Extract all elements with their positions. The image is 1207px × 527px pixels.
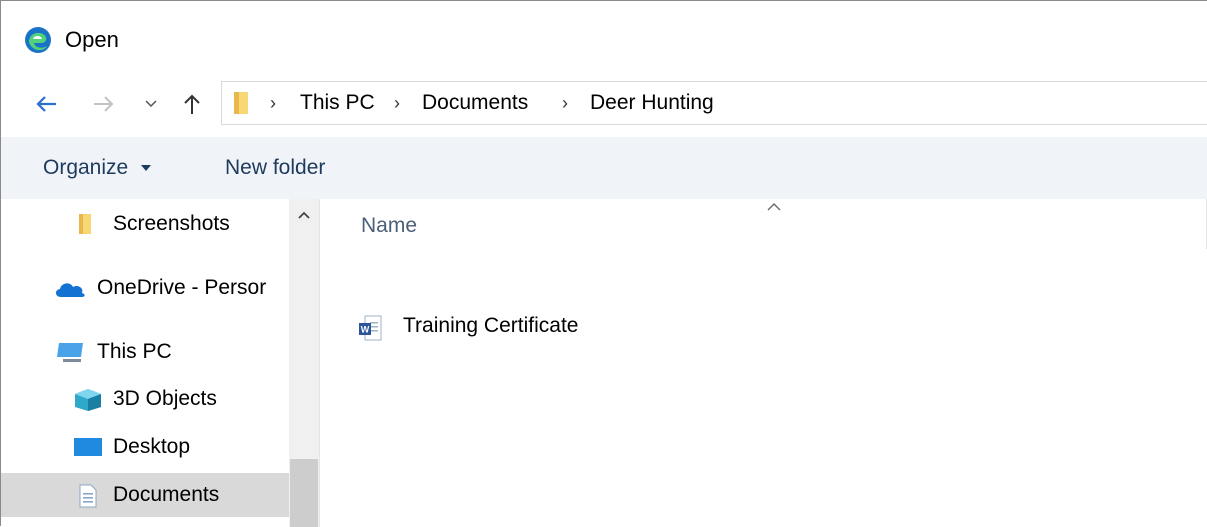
forward-button[interactable] xyxy=(89,89,119,119)
address-bar[interactable]: › This PC › Documents › Deer Hunting xyxy=(221,81,1207,125)
navigation-pane: Screenshots OneDrive - Persor This PC 3D… xyxy=(1,199,320,527)
word-document-icon: W xyxy=(359,315,382,341)
file-list-pane: Name W Training Certificate xyxy=(321,199,1207,527)
navigation-scrollbar[interactable] xyxy=(289,199,319,527)
breadcrumb-separator: › xyxy=(562,93,568,113)
desktop-icon xyxy=(74,438,102,456)
navigation-bar: › This PC › Documents › Deer Hunting xyxy=(1,73,1207,137)
back-button[interactable] xyxy=(31,89,61,119)
up-arrow-icon xyxy=(184,94,200,114)
forward-arrow-icon xyxy=(94,96,114,112)
title-bar: Open xyxy=(1,1,1207,73)
sidebar-item-screenshots[interactable]: Screenshots xyxy=(1,202,289,246)
column-header-name[interactable]: Name xyxy=(361,213,417,239)
breadcrumb-separator: › xyxy=(270,93,276,113)
recent-locations-button[interactable] xyxy=(139,89,163,119)
sidebar-item-label: Screenshots xyxy=(113,212,230,235)
window-title: Open xyxy=(65,27,119,52)
folder-icon xyxy=(234,92,248,114)
sidebar-item-label: Desktop xyxy=(113,435,191,458)
file-name: Training Certificate xyxy=(403,314,579,337)
new-folder-button[interactable]: New folder xyxy=(225,155,325,181)
edge-browser-icon xyxy=(25,27,51,53)
cube-icon xyxy=(75,389,101,411)
sidebar-item-label: 3D Objects xyxy=(113,387,217,410)
breadcrumb-separator: › xyxy=(394,93,400,113)
breadcrumb-this-pc[interactable]: This PC xyxy=(300,90,375,116)
sidebar-item-this-pc[interactable]: This PC xyxy=(1,330,289,374)
sidebar-item-label: This PC xyxy=(97,340,172,363)
sidebar-item-3d-objects[interactable]: 3D Objects xyxy=(1,377,289,421)
breadcrumb-documents[interactable]: Documents xyxy=(422,90,528,116)
chevron-up-icon xyxy=(298,211,310,219)
sidebar-item-label: Documents xyxy=(113,483,220,506)
sort-ascending-icon xyxy=(767,203,781,211)
back-arrow-icon xyxy=(36,96,56,112)
folder-icon xyxy=(79,214,91,234)
scroll-up-button[interactable] xyxy=(289,199,319,231)
sidebar-item-documents[interactable]: Documents xyxy=(1,473,289,517)
document-icon xyxy=(79,484,97,508)
file-item[interactable]: W Training Certificate xyxy=(357,311,757,343)
breadcrumb-deer-hunting[interactable]: Deer Hunting xyxy=(590,90,714,116)
chevron-down-icon xyxy=(145,100,157,108)
scroll-thumb[interactable] xyxy=(290,459,318,527)
organize-button[interactable]: Organize xyxy=(43,155,152,181)
open-dialog: Open › This PC › Documents › Deer Huntin… xyxy=(0,0,1207,527)
organize-label: Organize xyxy=(43,156,129,179)
command-toolbar: Organize New folder xyxy=(1,137,1207,199)
sidebar-item-label: OneDrive - Persor xyxy=(97,276,267,299)
svg-text:W: W xyxy=(361,325,370,335)
computer-icon xyxy=(57,343,83,362)
cloud-icon xyxy=(55,283,85,297)
up-button[interactable] xyxy=(177,89,207,119)
caret-down-icon xyxy=(141,165,152,172)
sidebar-item-desktop[interactable]: Desktop xyxy=(1,425,289,469)
sidebar-item-onedrive[interactable]: OneDrive - Persor xyxy=(1,266,289,310)
